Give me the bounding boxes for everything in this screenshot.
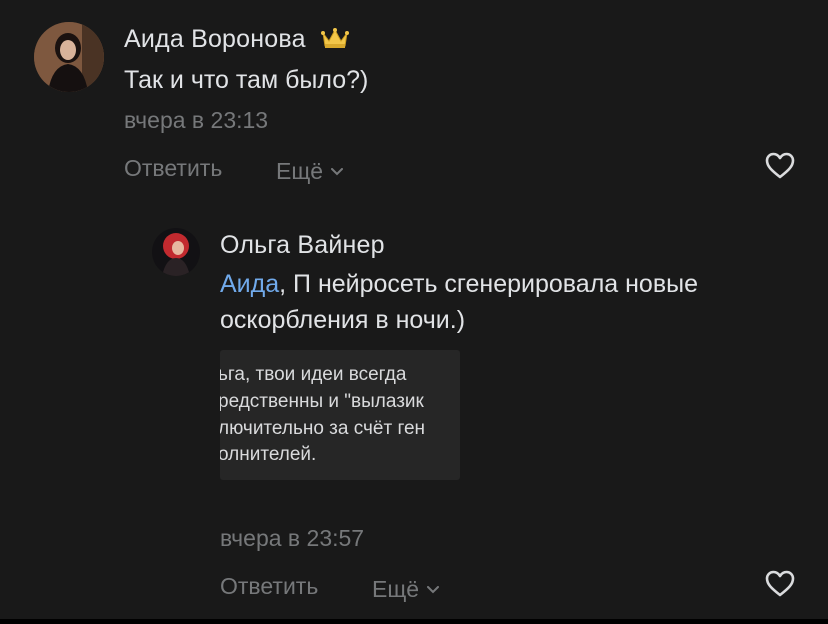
- reply-text: Аида, П нейросеть сгенерировала новые ос…: [220, 266, 800, 338]
- comment-thread: Аида Воронова Так и что там было?) вчера…: [0, 0, 828, 624]
- more-button[interactable]: Ещё: [276, 155, 344, 185]
- chevron-down-icon: [427, 573, 440, 600]
- attached-image[interactable]: ьга, твои идеи всегда редственны и "выла…: [220, 350, 460, 480]
- comment-time: вчера в 23:13: [124, 107, 269, 133]
- mention-link[interactable]: Аида: [220, 270, 279, 298]
- reply-time: вчера в 23:57: [220, 525, 365, 551]
- avatar-aida[interactable]: [34, 22, 104, 92]
- like-heart-icon[interactable]: [765, 152, 795, 180]
- reply-reply-button[interactable]: Ответить: [220, 573, 318, 600]
- reply-more-button-label[interactable]: Ещё: [372, 576, 419, 602]
- bottom-edge: [0, 619, 828, 624]
- attachment-text-line: олнителей.: [220, 444, 317, 465]
- reply-text-line1: , П нейросеть сгенерировала новые: [279, 270, 698, 298]
- reply-text-line2: оскорбления в ночи.): [220, 306, 466, 334]
- attachment-text-line: ьга, твои идеи всегда: [220, 364, 407, 385]
- comment-author[interactable]: Аида Воронова: [124, 25, 349, 56]
- avatar-olga[interactable]: [152, 228, 200, 276]
- comment-text: Так и что там было?): [124, 66, 369, 94]
- crown-icon: [320, 27, 349, 56]
- reply-like-heart-icon[interactable]: [765, 570, 795, 598]
- reply-author[interactable]: Ольга Вайнер: [220, 231, 385, 260]
- reply-more-button[interactable]: Ещё: [372, 573, 440, 603]
- reply-button-label[interactable]: Ответить: [124, 155, 222, 181]
- more-button-label[interactable]: Ещё: [276, 158, 323, 184]
- comment-author-name[interactable]: Аида Воронова: [124, 25, 306, 53]
- chevron-down-icon: [331, 155, 344, 182]
- attachment-text-line: редственны и "вылазик: [220, 391, 424, 412]
- attachment-text-line: лючительно за счёт ген: [220, 418, 426, 439]
- reply-reply-button-label[interactable]: Ответить: [220, 573, 318, 599]
- reply-button[interactable]: Ответить: [124, 155, 222, 182]
